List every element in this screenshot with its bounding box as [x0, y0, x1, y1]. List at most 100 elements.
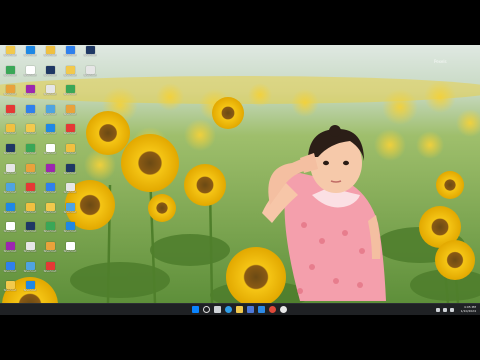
volume-icon[interactable] — [450, 308, 454, 312]
shortcut-icon — [25, 281, 35, 290]
shortcut-icon — [5, 222, 15, 231]
tray-chevron-icon[interactable] — [436, 308, 440, 312]
desktop-icon[interactable]: Shortcut — [23, 144, 37, 155]
desktop-icon[interactable]: Shortcut — [43, 163, 57, 175]
desktop-icon[interactable]: Shortcut — [23, 104, 37, 116]
desktop-icon-label: Shortcut — [63, 132, 77, 136]
desktop-icon[interactable]: Shortcut — [63, 163, 77, 175]
shortcut-icon — [65, 46, 75, 54]
desktop-icon[interactable]: Shortcut — [63, 242, 77, 253]
desktop-icon-label: Shortcut — [23, 210, 37, 214]
desktop-icon[interactable]: Shortcut — [43, 222, 57, 233]
shortcut-icon — [5, 124, 15, 133]
desktop-icon-label: Shortcut — [63, 93, 77, 97]
desktop-icon[interactable]: Shortcut — [63, 144, 77, 155]
shortcut-icon — [25, 261, 35, 270]
desktop-icon[interactable]: Shortcut — [23, 46, 37, 57]
desktop-icon[interactable]: Shortcut — [3, 242, 17, 253]
desktop-icon[interactable]: Shortcut — [63, 183, 77, 194]
desktop-icon[interactable]: Shortcut — [63, 222, 77, 233]
desktop-icon[interactable]: Shortcut — [43, 65, 57, 77]
desktop-icon[interactable]: Shortcut — [43, 46, 57, 57]
shortcut-icon — [5, 65, 15, 74]
shortcut-icon — [45, 202, 55, 211]
desktop-icon[interactable]: Shortcut — [63, 202, 77, 214]
desktop-icon[interactable]: Shortcut — [43, 144, 57, 155]
desktop-icon[interactable]: Shortcut — [3, 222, 17, 233]
task-view-icon[interactable] — [214, 306, 221, 313]
desktop-icon[interactable]: Shortcut — [43, 85, 57, 96]
desktop-icon-label: Shortcut — [23, 269, 37, 273]
desktop-icon[interactable]: Shortcut — [43, 183, 57, 194]
desktop-icon[interactable]: Shortcut — [3, 144, 17, 155]
desktop-icon-label: Shortcut — [43, 269, 57, 273]
desktop-icon[interactable]: Shortcut — [43, 124, 57, 135]
desktop-icon-label: Shortcut — [83, 73, 97, 77]
desktop-icon[interactable]: Shortcut — [23, 202, 37, 214]
desktop-icon-label: Shortcut — [3, 54, 17, 57]
desktop-icon[interactable]: Shortcut — [23, 242, 37, 253]
desktop-icon-label: Shortcut — [3, 112, 17, 116]
windows-icon[interactable] — [192, 306, 199, 313]
shortcut-icon — [45, 65, 55, 74]
desktop-icon[interactable]: Shortcut — [3, 124, 17, 135]
desktop-icon-label: Shortcut — [3, 73, 17, 77]
desktop-icon-label: Shortcut — [23, 191, 37, 195]
desktop-icon[interactable]: Shortcut — [3, 104, 17, 116]
desktop-icon[interactable]: Shortcut — [23, 261, 37, 273]
shortcut-icon — [45, 183, 55, 192]
desktop-icon[interactable]: Shortcut — [23, 124, 37, 135]
desktop-icon[interactable]: Shortcut — [3, 261, 17, 273]
chrome-icon[interactable] — [269, 306, 276, 313]
desktop-icon[interactable]: Shortcut — [63, 65, 77, 77]
desktop-icon[interactable]: Shortcut — [23, 85, 37, 96]
desktop-icon-label: Shortcut — [23, 250, 37, 253]
desktop-icon[interactable]: Shortcut — [43, 261, 57, 273]
edge-icon[interactable] — [225, 306, 232, 313]
desktop-icon-label: Shortcut — [23, 132, 37, 136]
desktop-icon[interactable]: Shortcut — [23, 281, 37, 292]
desktop-icon[interactable]: Shortcut — [43, 104, 57, 116]
shortcut-icon — [25, 242, 35, 250]
taskbar: 4:05 PM 1/10/2024 — [0, 303, 480, 315]
desktop-icon[interactable]: Shortcut — [3, 202, 17, 214]
wallpaper-watermark: Pexels — [434, 59, 447, 64]
desktop-icon[interactable]: Shortcut — [83, 46, 97, 57]
desktop-icon[interactable]: Shortcut — [23, 222, 37, 233]
media-icon[interactable] — [280, 306, 287, 313]
file-explorer-icon[interactable] — [236, 306, 243, 313]
shortcut-icon — [65, 124, 75, 133]
shortcut-icon — [45, 261, 55, 270]
desktop-icon[interactable]: Shortcut — [63, 85, 77, 96]
store-icon[interactable] — [247, 306, 254, 313]
desktop-icon[interactable]: Shortcut — [3, 85, 17, 96]
desktop-icon-label: Shortcut — [63, 171, 77, 175]
desktop-icon[interactable]: Shortcut — [23, 163, 37, 175]
desktop-icon[interactable]: Shortcut — [3, 65, 17, 77]
desktop-icon[interactable]: Shortcut — [3, 163, 17, 175]
desktop-icon[interactable]: Shortcut — [43, 242, 57, 253]
shortcut-icon — [65, 183, 75, 192]
tray-clock[interactable]: 4:05 PM 1/10/2024 — [461, 305, 476, 315]
desktop-icon-label: Shortcut — [3, 93, 17, 97]
desktop-icon-label: Shortcut — [63, 73, 77, 77]
desktop-icon-label: Shortcut — [23, 171, 37, 175]
desktop-icon[interactable]: Shortcut — [3, 183, 17, 194]
desktop-icon[interactable]: Shortcut — [23, 65, 37, 77]
desktop-icon[interactable]: Shortcut — [3, 281, 17, 292]
desktop-icon[interactable]: Shortcut — [3, 46, 17, 57]
shortcut-icon — [5, 183, 15, 192]
desktop-icon[interactable]: Shortcut — [63, 46, 77, 57]
shortcut-icon — [5, 144, 15, 152]
desktop-icon-label: Shortcut — [23, 54, 37, 57]
mail-icon[interactable] — [258, 306, 265, 313]
desktop-icon[interactable]: Shortcut — [83, 65, 97, 77]
desktop-icon[interactable]: Shortcut — [23, 183, 37, 194]
search-icon[interactable] — [203, 306, 210, 313]
desktop-icon[interactable]: Shortcut — [43, 202, 57, 214]
desktop-icon[interactable]: Shortcut — [63, 104, 77, 116]
wifi-icon[interactable] — [443, 308, 447, 312]
shortcut-icon — [5, 261, 15, 270]
desktop-icon[interactable]: Shortcut — [63, 124, 77, 135]
shortcut-icon — [25, 144, 35, 152]
